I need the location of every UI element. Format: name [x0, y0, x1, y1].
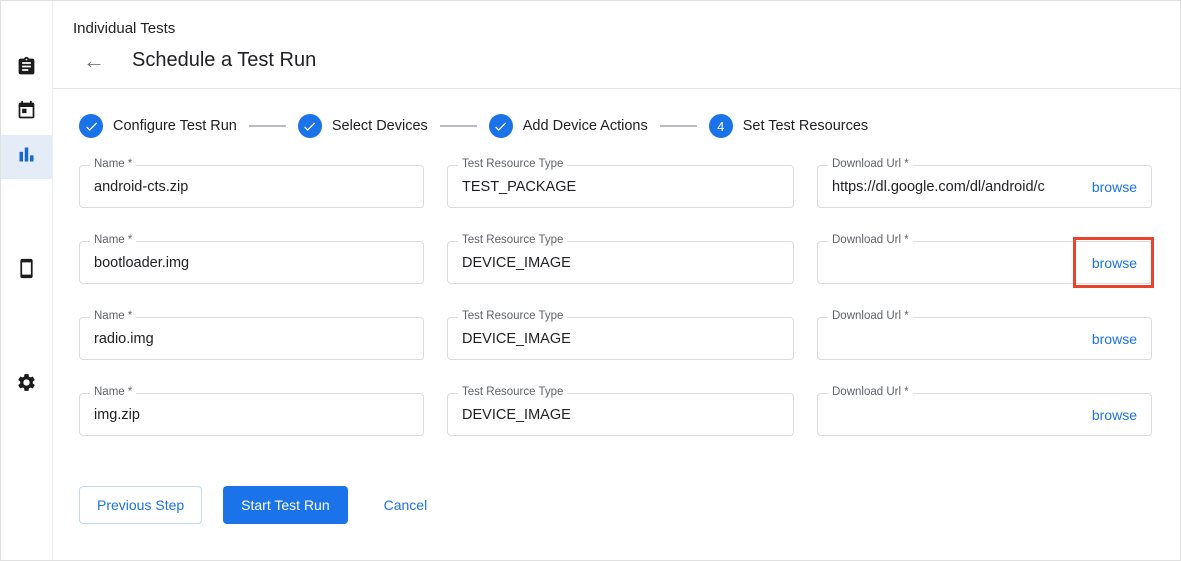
bar-chart-icon	[16, 144, 37, 170]
browse-link[interactable]: browse	[1092, 407, 1151, 423]
test-resource-type-field[interactable]: Test Resource Type	[447, 317, 794, 360]
back-arrow-icon[interactable]: ←	[83, 50, 109, 72]
test-resource-type-input[interactable]	[448, 318, 793, 359]
browse-link[interactable]: browse	[1092, 255, 1151, 271]
title-row: ← Schedule a Test Run	[53, 37, 1180, 88]
name-field[interactable]: Name *	[79, 241, 424, 284]
smartphone-icon	[16, 258, 37, 284]
type-field-label: Test Resource Type	[458, 310, 567, 322]
name-field-label: Name *	[90, 310, 136, 322]
test-resource-type-field[interactable]: Test Resource Type	[447, 165, 794, 208]
step-connector	[440, 125, 477, 127]
step-number-badge: 4	[709, 114, 733, 138]
download-url-field[interactable]: Download Url * browse	[817, 393, 1152, 436]
assignment-icon	[16, 56, 37, 82]
download-url-input[interactable]	[818, 318, 1092, 359]
step-complete-check-icon	[298, 114, 322, 138]
download-url-field[interactable]: Download Url * browse	[817, 165, 1152, 208]
sidebar	[1, 1, 53, 560]
main-content: Individual Tests ← Schedule a Test Run C…	[53, 1, 1180, 560]
name-input[interactable]	[80, 318, 423, 359]
download-url-input[interactable]	[818, 242, 1092, 283]
step-complete-check-icon	[79, 114, 103, 138]
url-field-label: Download Url *	[828, 234, 913, 246]
calendar-icon	[16, 100, 37, 126]
form-actions: Previous Step Start Test Run Cancel	[53, 436, 1180, 524]
test-resource-type-input[interactable]	[448, 242, 793, 283]
previous-step-button[interactable]: Previous Step	[79, 486, 202, 524]
test-resources-form: Name * Test Resource Type Download Url *…	[53, 138, 1180, 436]
stepper: Configure Test Run Select Devices Add De…	[53, 89, 1180, 138]
download-url-field[interactable]: Download Url * browse	[817, 317, 1152, 360]
settings-gear-icon	[16, 372, 37, 398]
name-field-label: Name *	[90, 386, 136, 398]
name-field[interactable]: Name *	[79, 317, 424, 360]
type-field-label: Test Resource Type	[458, 386, 567, 398]
name-input[interactable]	[80, 394, 423, 435]
name-field-label: Name *	[90, 234, 136, 246]
step-add-device-actions[interactable]: Add Device Actions	[489, 114, 648, 138]
step-configure-test-run[interactable]: Configure Test Run	[79, 114, 237, 138]
step-label: Select Devices	[332, 118, 428, 134]
step-connector	[249, 125, 286, 127]
url-field-label: Download Url *	[828, 386, 913, 398]
page-title: Schedule a Test Run	[132, 49, 316, 72]
name-field[interactable]: Name *	[79, 165, 424, 208]
sidebar-item-settings[interactable]	[1, 363, 52, 407]
test-resource-type-field[interactable]: Test Resource Type	[447, 241, 794, 284]
name-field[interactable]: Name *	[79, 393, 424, 436]
name-field-label: Name *	[90, 158, 136, 170]
start-test-run-button[interactable]: Start Test Run	[223, 486, 347, 524]
test-resource-type-input[interactable]	[448, 394, 793, 435]
type-field-label: Test Resource Type	[458, 158, 567, 170]
url-field-label: Download Url *	[828, 158, 913, 170]
test-resource-type-field[interactable]: Test Resource Type	[447, 393, 794, 436]
name-input[interactable]	[80, 242, 423, 283]
step-label: Add Device Actions	[523, 118, 648, 134]
step-complete-check-icon	[489, 114, 513, 138]
type-field-label: Test Resource Type	[458, 234, 567, 246]
browse-link[interactable]: browse	[1092, 331, 1151, 347]
step-set-test-resources[interactable]: 4 Set Test Resources	[709, 114, 868, 138]
step-label: Set Test Resources	[743, 118, 868, 134]
sidebar-item-results[interactable]	[1, 135, 52, 179]
step-select-devices[interactable]: Select Devices	[298, 114, 428, 138]
name-input[interactable]	[80, 166, 423, 207]
browse-link[interactable]: browse	[1092, 179, 1151, 195]
download-url-input[interactable]	[818, 394, 1092, 435]
test-resource-type-input[interactable]	[448, 166, 793, 207]
step-connector	[660, 125, 697, 127]
download-url-field[interactable]: Download Url * browse	[817, 241, 1152, 284]
sidebar-item-plans[interactable]	[1, 91, 52, 135]
cancel-button[interactable]: Cancel	[384, 487, 428, 523]
breadcrumb: Individual Tests	[53, 1, 1180, 37]
url-field-label: Download Url *	[828, 310, 913, 322]
sidebar-item-tests[interactable]	[1, 47, 52, 91]
download-url-input[interactable]	[818, 166, 1092, 207]
step-label: Configure Test Run	[113, 118, 237, 134]
sidebar-item-devices[interactable]	[1, 249, 52, 293]
